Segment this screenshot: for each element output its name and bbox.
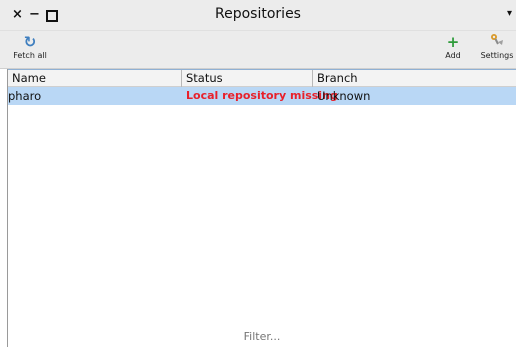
fetch-all-label: Fetch all [13,51,47,60]
repo-name-cell: pharo [8,89,42,103]
toolbar: ↻ Fetch all + Add Settings [0,31,516,69]
column-header-status[interactable]: Status [182,70,313,87]
wrench-icon [478,33,516,51]
repositories-table: Name Status Branch pharo Local repositor… [7,69,516,347]
wrench-glyph [491,34,503,45]
table-header: Name Status Branch [8,69,516,87]
settings-button[interactable]: Settings [478,33,516,61]
settings-label: Settings [480,51,514,60]
repo-branch-cell: Unknown [317,89,371,103]
table-row[interactable]: pharo Local repository missing Unknown [8,87,516,105]
window-title: Repositories [215,6,301,22]
fetch-all-button[interactable]: ↻ Fetch all [5,33,55,61]
repo-status-cell: Local repository missing [186,89,338,102]
add-label: Add [445,51,461,60]
column-header-branch[interactable]: Branch [313,70,516,87]
refresh-icon: ↻ [23,33,37,51]
add-button[interactable]: + Add [436,33,470,61]
plus-icon: + [446,33,460,51]
window-menu-icon[interactable]: ▾ [507,8,512,19]
filter-input[interactable] [8,329,516,344]
title-bar[interactable]: × − Repositories ▾ [0,0,516,31]
repositories-window: × − Repositories ▾ ↻ Fetch all + Add Set… [0,0,516,347]
column-header-name[interactable]: Name [8,70,182,87]
